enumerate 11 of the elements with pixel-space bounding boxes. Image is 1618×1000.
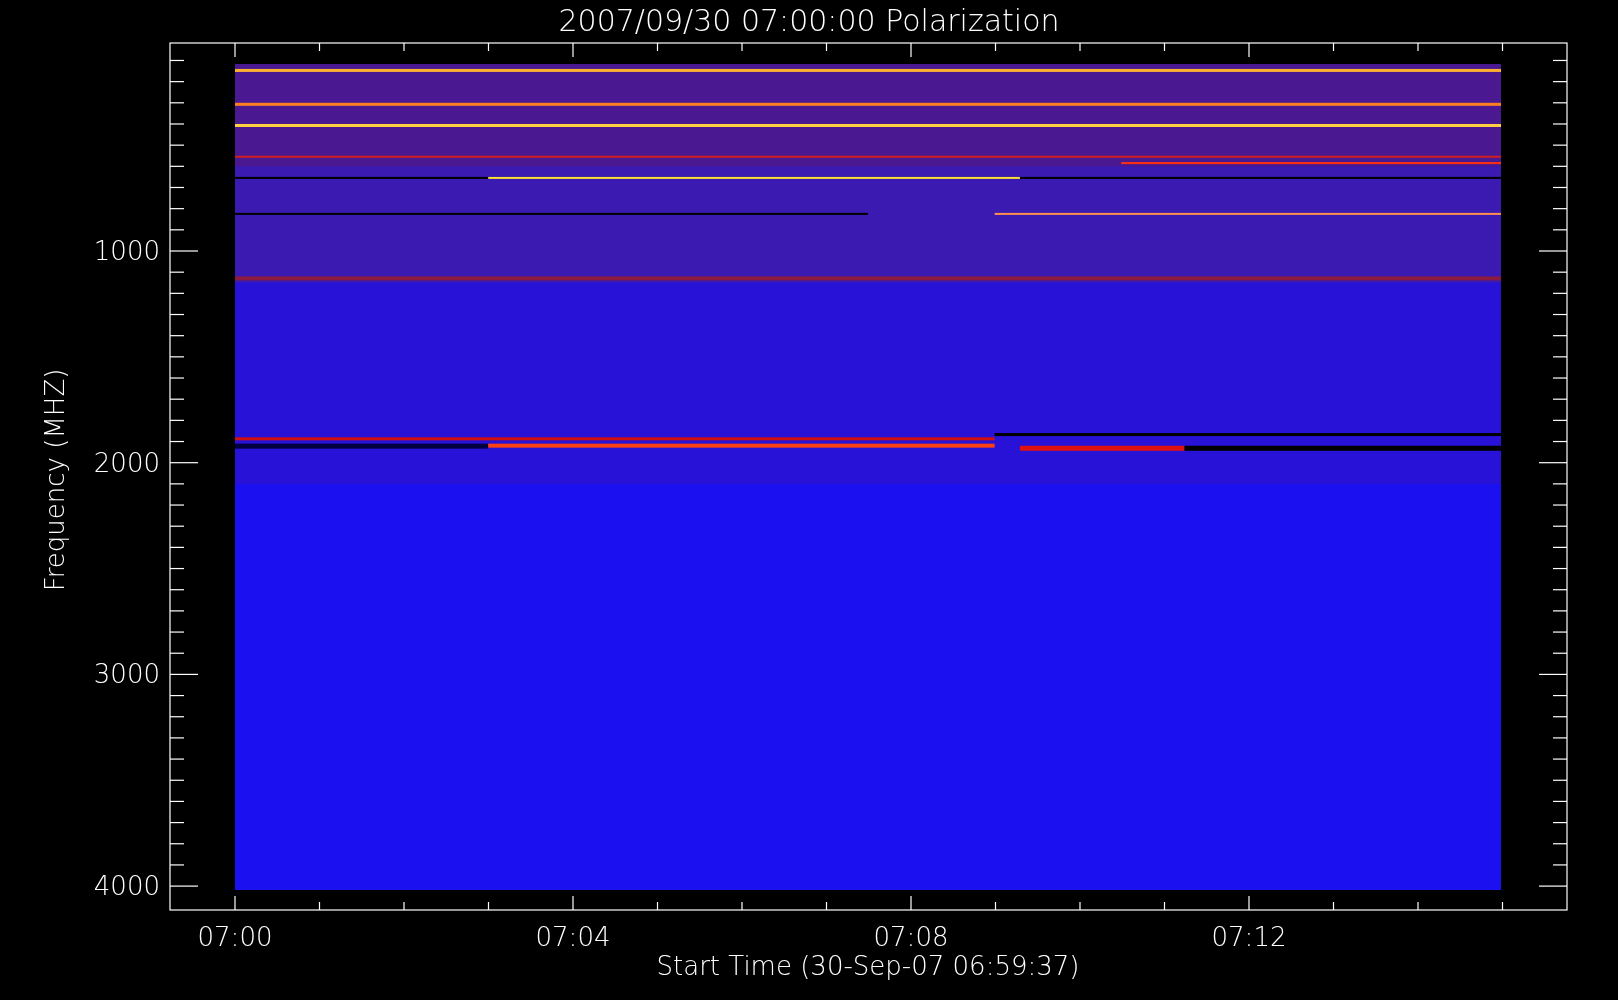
- chart-title: 2007/09/30 07:00:00 Polarization: [558, 3, 1060, 38]
- x-tick-label: 07:08: [873, 922, 949, 952]
- x-tick-label: 07:00: [197, 922, 273, 952]
- y-tick-label: 2000: [93, 447, 160, 478]
- x-axis-label: Start Time (30-Sep-07 06:59:37): [656, 951, 1080, 981]
- y-axis-label: Frequency (MHZ): [40, 368, 70, 592]
- y-tick-label: 4000: [93, 871, 160, 902]
- x-tick-label: 07:12: [1211, 922, 1287, 952]
- y-tick-label: 3000: [93, 659, 160, 690]
- x-tick-label: 07:04: [535, 922, 611, 952]
- y-tick-label: 1000: [93, 236, 160, 266]
